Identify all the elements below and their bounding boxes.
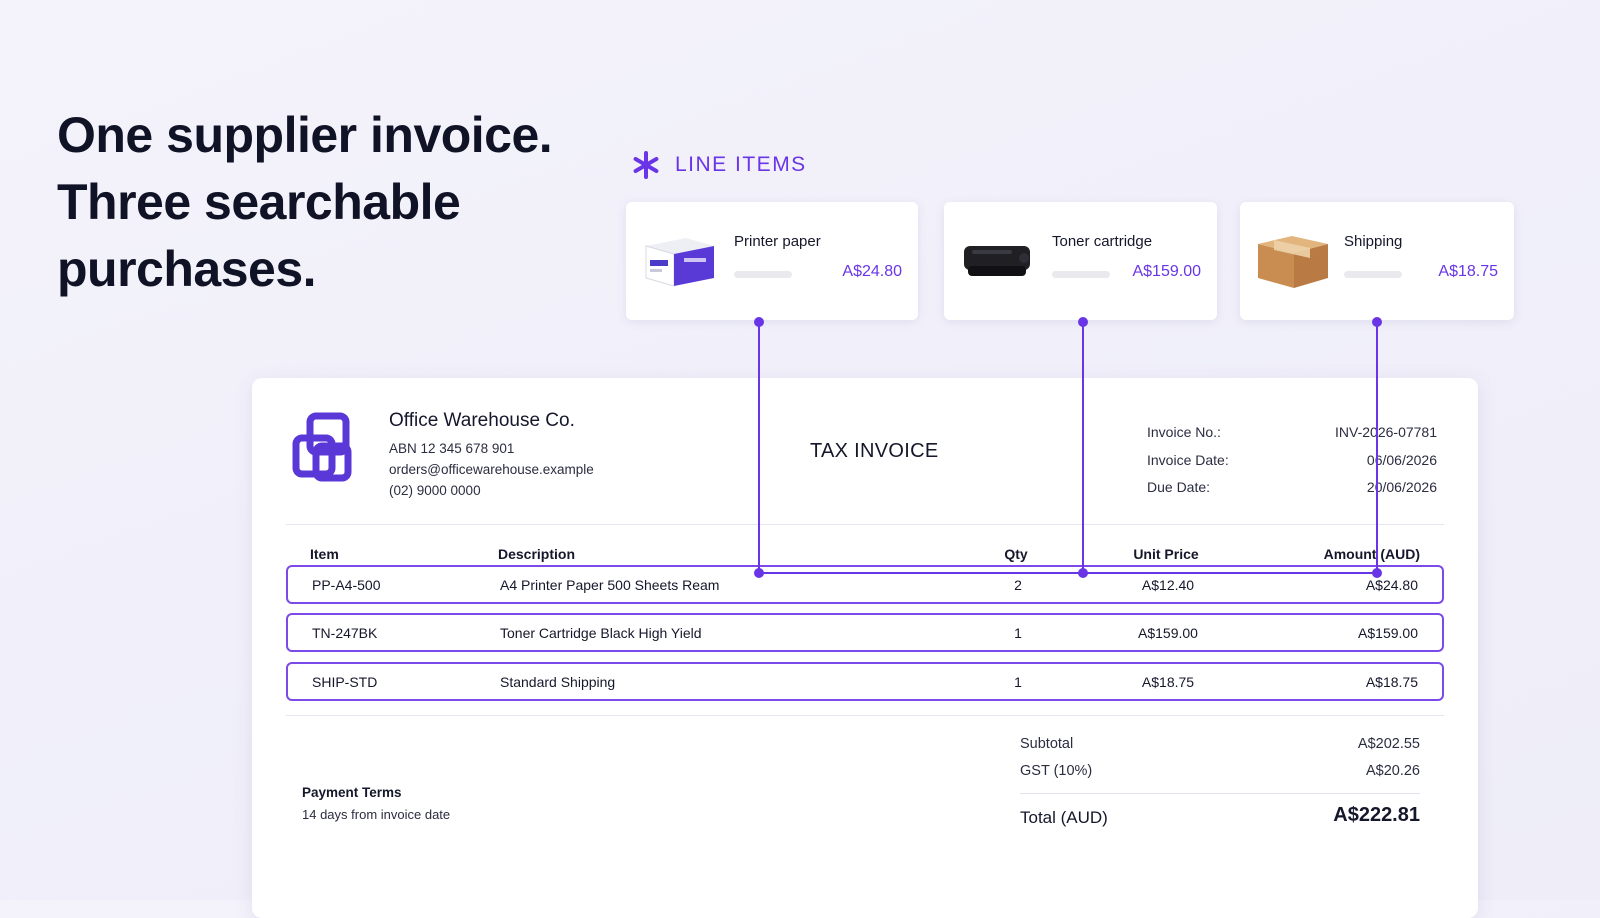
- totals-divider: [1020, 793, 1420, 794]
- asterisk-icon: [633, 151, 659, 179]
- invoice-meta: Invoice No.: INV-2026-07781 Invoice Date…: [1147, 424, 1437, 507]
- meta-label: Invoice No.:: [1147, 424, 1221, 440]
- meta-value: 20/06/2026: [1366, 479, 1437, 495]
- column-header-unit-price: Unit Price: [1133, 546, 1199, 562]
- invoice-document: Office Warehouse Co. ABN 12 345 678 901 …: [252, 378, 1478, 918]
- table-bottom-divider: [286, 715, 1444, 716]
- gst-label: GST (10%): [1020, 763, 1093, 779]
- subtotal-value: A$202.55: [1357, 736, 1420, 752]
- subtotal-row: Subtotal A$202.55: [1020, 736, 1420, 763]
- company-logo-icon: [292, 412, 352, 482]
- cell-description: Standard Shipping: [500, 674, 616, 690]
- payment-terms-value: 14 days from invoice date: [302, 807, 451, 822]
- totals: Subtotal A$202.55 GST (10%) A$20.26 Tota…: [1020, 736, 1420, 834]
- line-item-card-printer-paper[interactable]: Printer paper A$24.80: [626, 202, 918, 320]
- card-placeholder-bar: [734, 271, 792, 278]
- payment-terms-heading: Payment Terms: [302, 785, 402, 800]
- shipping-box-icon: [1258, 236, 1328, 288]
- cell-item: SHIP-STD: [312, 674, 378, 690]
- line-item-card-toner-cartridge[interactable]: Toner cartridge A$159.00: [944, 202, 1217, 320]
- line-item-card-shipping[interactable]: Shipping A$18.75: [1240, 202, 1514, 320]
- subtotal-label: Subtotal: [1020, 736, 1074, 752]
- total-label: Total (AUD): [1020, 808, 1108, 827]
- meta-value: INV-2026-07781: [1335, 424, 1437, 440]
- total-value: A$222.81: [1333, 804, 1420, 826]
- card-name: Shipping: [1344, 233, 1403, 250]
- meta-label: Due Date:: [1147, 479, 1211, 495]
- toner-cartridge-icon: [964, 246, 1030, 276]
- company-info: Office Warehouse Co. ABN 12 345 678 901 …: [389, 410, 594, 501]
- column-header-amount: Amount (AUD): [1323, 546, 1420, 562]
- company-phone: (02) 9000 0000: [389, 483, 481, 498]
- headline-line-1: One supplier invoice.: [57, 107, 553, 163]
- line-items-label: LINE ITEMS: [631, 150, 807, 180]
- column-header-description: Description: [498, 546, 576, 562]
- meta-invoice-date: Invoice Date: 06/06/2026: [1147, 452, 1437, 480]
- card-price: A$24.80: [842, 263, 902, 280]
- cell-item: PP-A4-500: [312, 577, 381, 593]
- card-price: A$159.00: [1132, 263, 1201, 280]
- gst-value: A$20.26: [1365, 763, 1420, 779]
- headline-line-3: purchases.: [57, 241, 317, 297]
- cell-unit-price: A$159.00: [1138, 625, 1198, 641]
- payment-terms: Payment Terms 14 days from invoice date: [302, 785, 450, 822]
- company-email: orders@officewarehouse.example: [389, 462, 594, 477]
- meta-invoice-number: Invoice No.: INV-2026-07781: [1147, 424, 1437, 452]
- cell-qty: 2: [1014, 577, 1022, 593]
- meta-value: 06/06/2026: [1366, 451, 1437, 468]
- cell-qty: 1: [1014, 625, 1022, 641]
- meta-label: Invoice Date:: [1147, 451, 1229, 468]
- meta-due-date: Due Date: 20/06/2026: [1147, 479, 1437, 507]
- cell-description: A4 Printer Paper 500 Sheets Ream: [500, 577, 720, 593]
- document-title: TAX INVOICE: [810, 440, 939, 462]
- cell-amount: A$159.00: [1358, 625, 1418, 641]
- headline: One supplier invoice. Three searchable p…: [57, 102, 617, 303]
- column-header-qty: Qty: [1004, 546, 1028, 562]
- cell-amount: A$24.80: [1365, 577, 1418, 593]
- table-row[interactable]: SHIP-STD Standard Shipping 1 A$18.75 A$1…: [286, 662, 1444, 701]
- printer-paper-box-icon: [645, 238, 714, 287]
- total-row: Total (AUD) A$222.81: [1020, 804, 1420, 834]
- cell-description: Toner Cartridge Black High Yield: [500, 625, 702, 641]
- cell-amount: A$18.75: [1365, 674, 1418, 690]
- table-row[interactable]: TN-247BK Toner Cartridge Black High Yiel…: [286, 613, 1444, 652]
- cell-qty: 1: [1014, 674, 1022, 690]
- gst-row: GST (10%) A$20.26: [1020, 763, 1420, 790]
- company-abn: ABN 12 345 678 901: [389, 441, 515, 456]
- headline-line-2: Three searchable: [57, 174, 461, 230]
- cell-unit-price: A$12.40: [1141, 577, 1195, 593]
- card-name: Printer paper: [734, 233, 821, 250]
- cell-item: TN-247BK: [312, 625, 378, 641]
- card-name: Toner cartridge: [1052, 233, 1153, 250]
- column-header-item: Item: [310, 546, 339, 562]
- cell-unit-price: A$18.75: [1141, 674, 1195, 690]
- card-placeholder-bar: [1344, 271, 1402, 278]
- company-name: Office Warehouse Co.: [389, 410, 575, 431]
- line-items-label-text: LINE ITEMS: [675, 153, 807, 176]
- header-divider: [286, 524, 1444, 525]
- card-placeholder-bar: [1052, 271, 1110, 278]
- table-row[interactable]: PP-A4-500 A4 Printer Paper 500 Sheets Re…: [286, 565, 1444, 604]
- card-price: A$18.75: [1438, 263, 1498, 280]
